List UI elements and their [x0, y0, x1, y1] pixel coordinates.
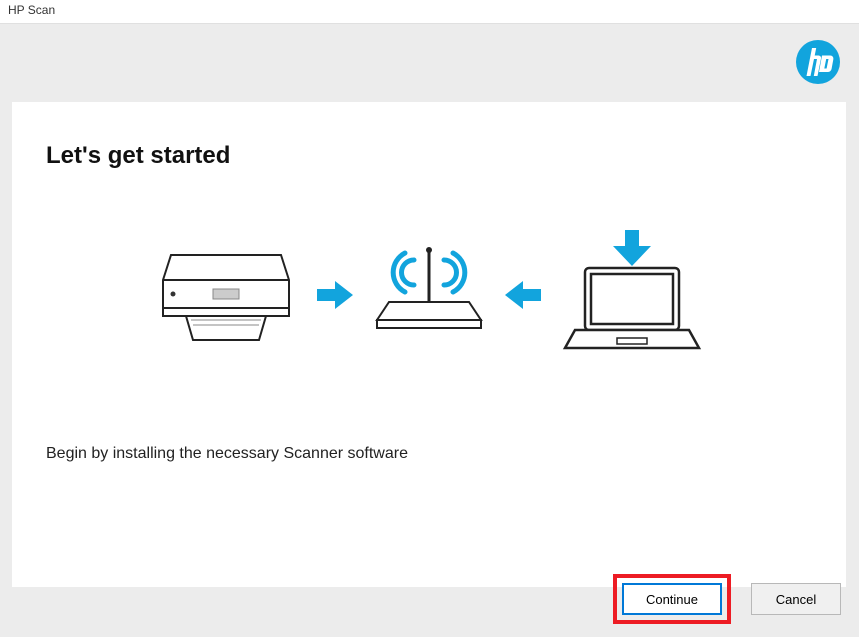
- cancel-button[interactable]: Cancel: [751, 583, 841, 615]
- instructions-text: Begin by installing the necessary Scanne…: [46, 445, 812, 463]
- app-title: HP Scan: [8, 3, 55, 17]
- title-bar: HP Scan: [0, 0, 859, 24]
- laptop-download-icon: [557, 230, 707, 365]
- content-area: Let's get started: [0, 24, 859, 637]
- continue-button[interactable]: Continue: [622, 583, 722, 615]
- arrow-right-icon: [317, 281, 353, 314]
- printer-icon: [151, 240, 301, 355]
- page-title: Let's get started: [46, 142, 812, 170]
- hp-logo-icon: [795, 39, 841, 90]
- continue-highlight-box: Continue: [613, 574, 731, 624]
- setup-graphics-row: [139, 230, 719, 365]
- footer-buttons: Continue Cancel: [613, 574, 841, 624]
- router-wifi-icon: [369, 240, 489, 355]
- arrow-left-icon: [505, 281, 541, 314]
- main-panel: Let's get started: [12, 102, 846, 587]
